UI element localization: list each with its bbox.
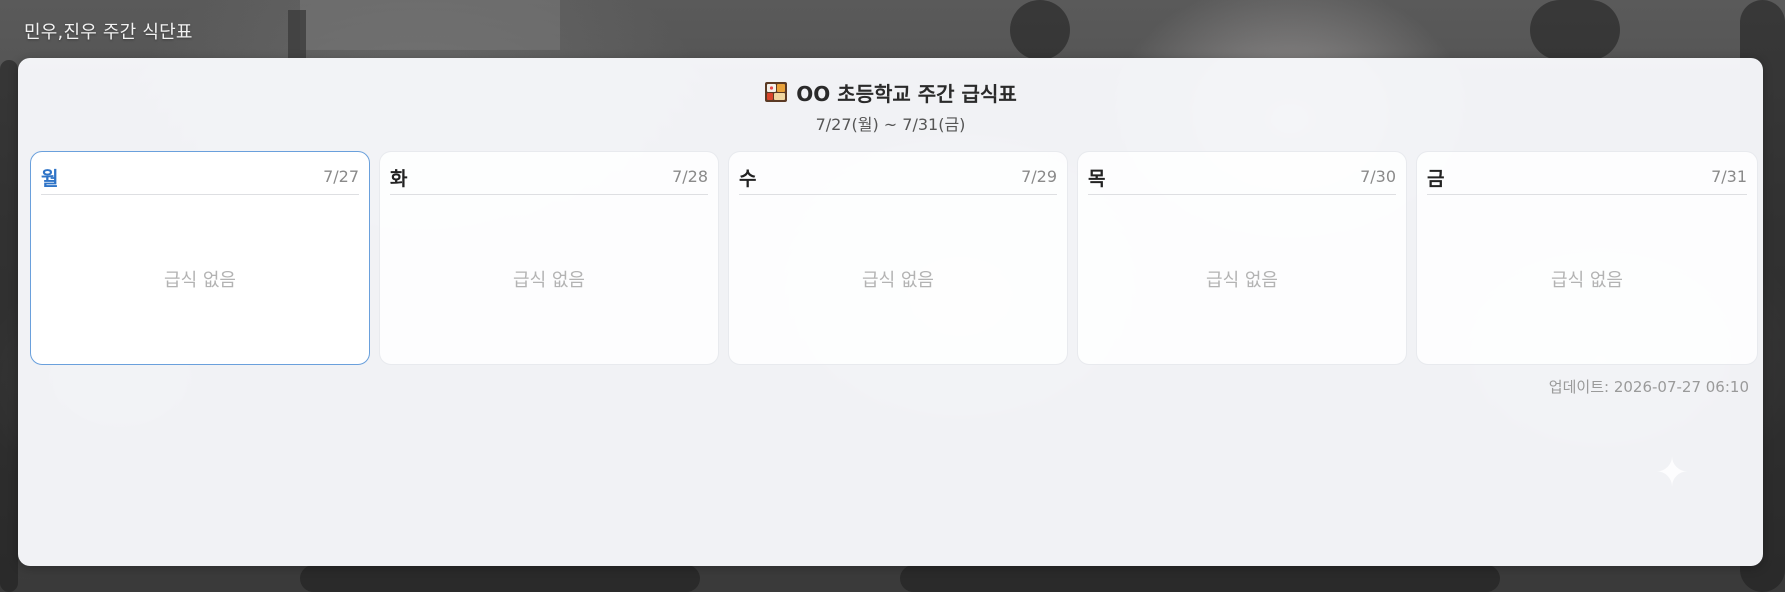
meal-status: 급식 없음 (1551, 270, 1623, 291)
background-pole (288, 10, 306, 60)
day-card-tuesday[interactable]: 화 7/28 급식 없음 (379, 151, 719, 365)
day-card-thursday[interactable]: 목 7/30 급식 없음 (1077, 151, 1407, 365)
bento-box-icon (764, 81, 788, 103)
meal-status: 급식 없음 (513, 270, 585, 291)
background-ground (300, 565, 700, 592)
day-name: 금 (1427, 168, 1445, 190)
day-header: 월 7/27 (41, 164, 359, 195)
meal-widget-panel[interactable]: OO 초등학교 주간 급식표 7/27(월) ~ 7/31(금) 월 7/27 … (18, 58, 1763, 566)
day-date: 7/31 (1711, 167, 1747, 186)
day-date: 7/28 (672, 167, 708, 186)
background-building (300, 0, 560, 50)
day-cards: 월 7/27 급식 없음 화 7/28 급식 없음 수 7/29 급식 없음 목… (30, 151, 1758, 365)
meal-status: 급식 없음 (164, 270, 236, 291)
day-header: 목 7/30 (1088, 164, 1396, 195)
day-name: 목 (1088, 168, 1106, 190)
day-name: 화 (390, 168, 408, 190)
day-card-friday[interactable]: 금 7/31 급식 없음 (1416, 151, 1758, 365)
day-header: 수 7/29 (739, 164, 1057, 195)
panel-header: OO 초등학교 주간 급식표 7/27(월) ~ 7/31(금) (18, 78, 1763, 135)
day-card-wednesday[interactable]: 수 7/29 급식 없음 (728, 151, 1068, 365)
meal-status: 급식 없음 (862, 270, 934, 291)
page-title: OO 초등학교 주간 급식표 (796, 81, 1017, 106)
day-date: 7/29 (1021, 167, 1057, 186)
day-date: 7/27 (323, 167, 359, 186)
background-tree-trunk (1530, 0, 1620, 60)
background-tree-trunk (1010, 0, 1070, 60)
day-name: 수 (739, 168, 757, 190)
day-name: 월 (41, 168, 59, 190)
day-date: 7/30 (1360, 167, 1396, 186)
background-tree-trunk (0, 60, 18, 592)
widget-title: 민우,진우 주간 식단표 (24, 22, 193, 43)
date-range: 7/27(월) ~ 7/31(금) (815, 115, 966, 134)
sparkle-icon: ✦ (1655, 450, 1689, 496)
last-updated-text: 업데이트: 2026-07-27 06:10 (1548, 378, 1749, 396)
day-header: 금 7/31 (1427, 164, 1747, 195)
day-header: 화 7/28 (390, 164, 708, 195)
title-row: OO 초등학교 주간 급식표 (764, 78, 1017, 106)
day-card-monday[interactable]: 월 7/27 급식 없음 (30, 151, 370, 365)
background-ground (900, 565, 1500, 592)
meal-status: 급식 없음 (1206, 270, 1278, 291)
